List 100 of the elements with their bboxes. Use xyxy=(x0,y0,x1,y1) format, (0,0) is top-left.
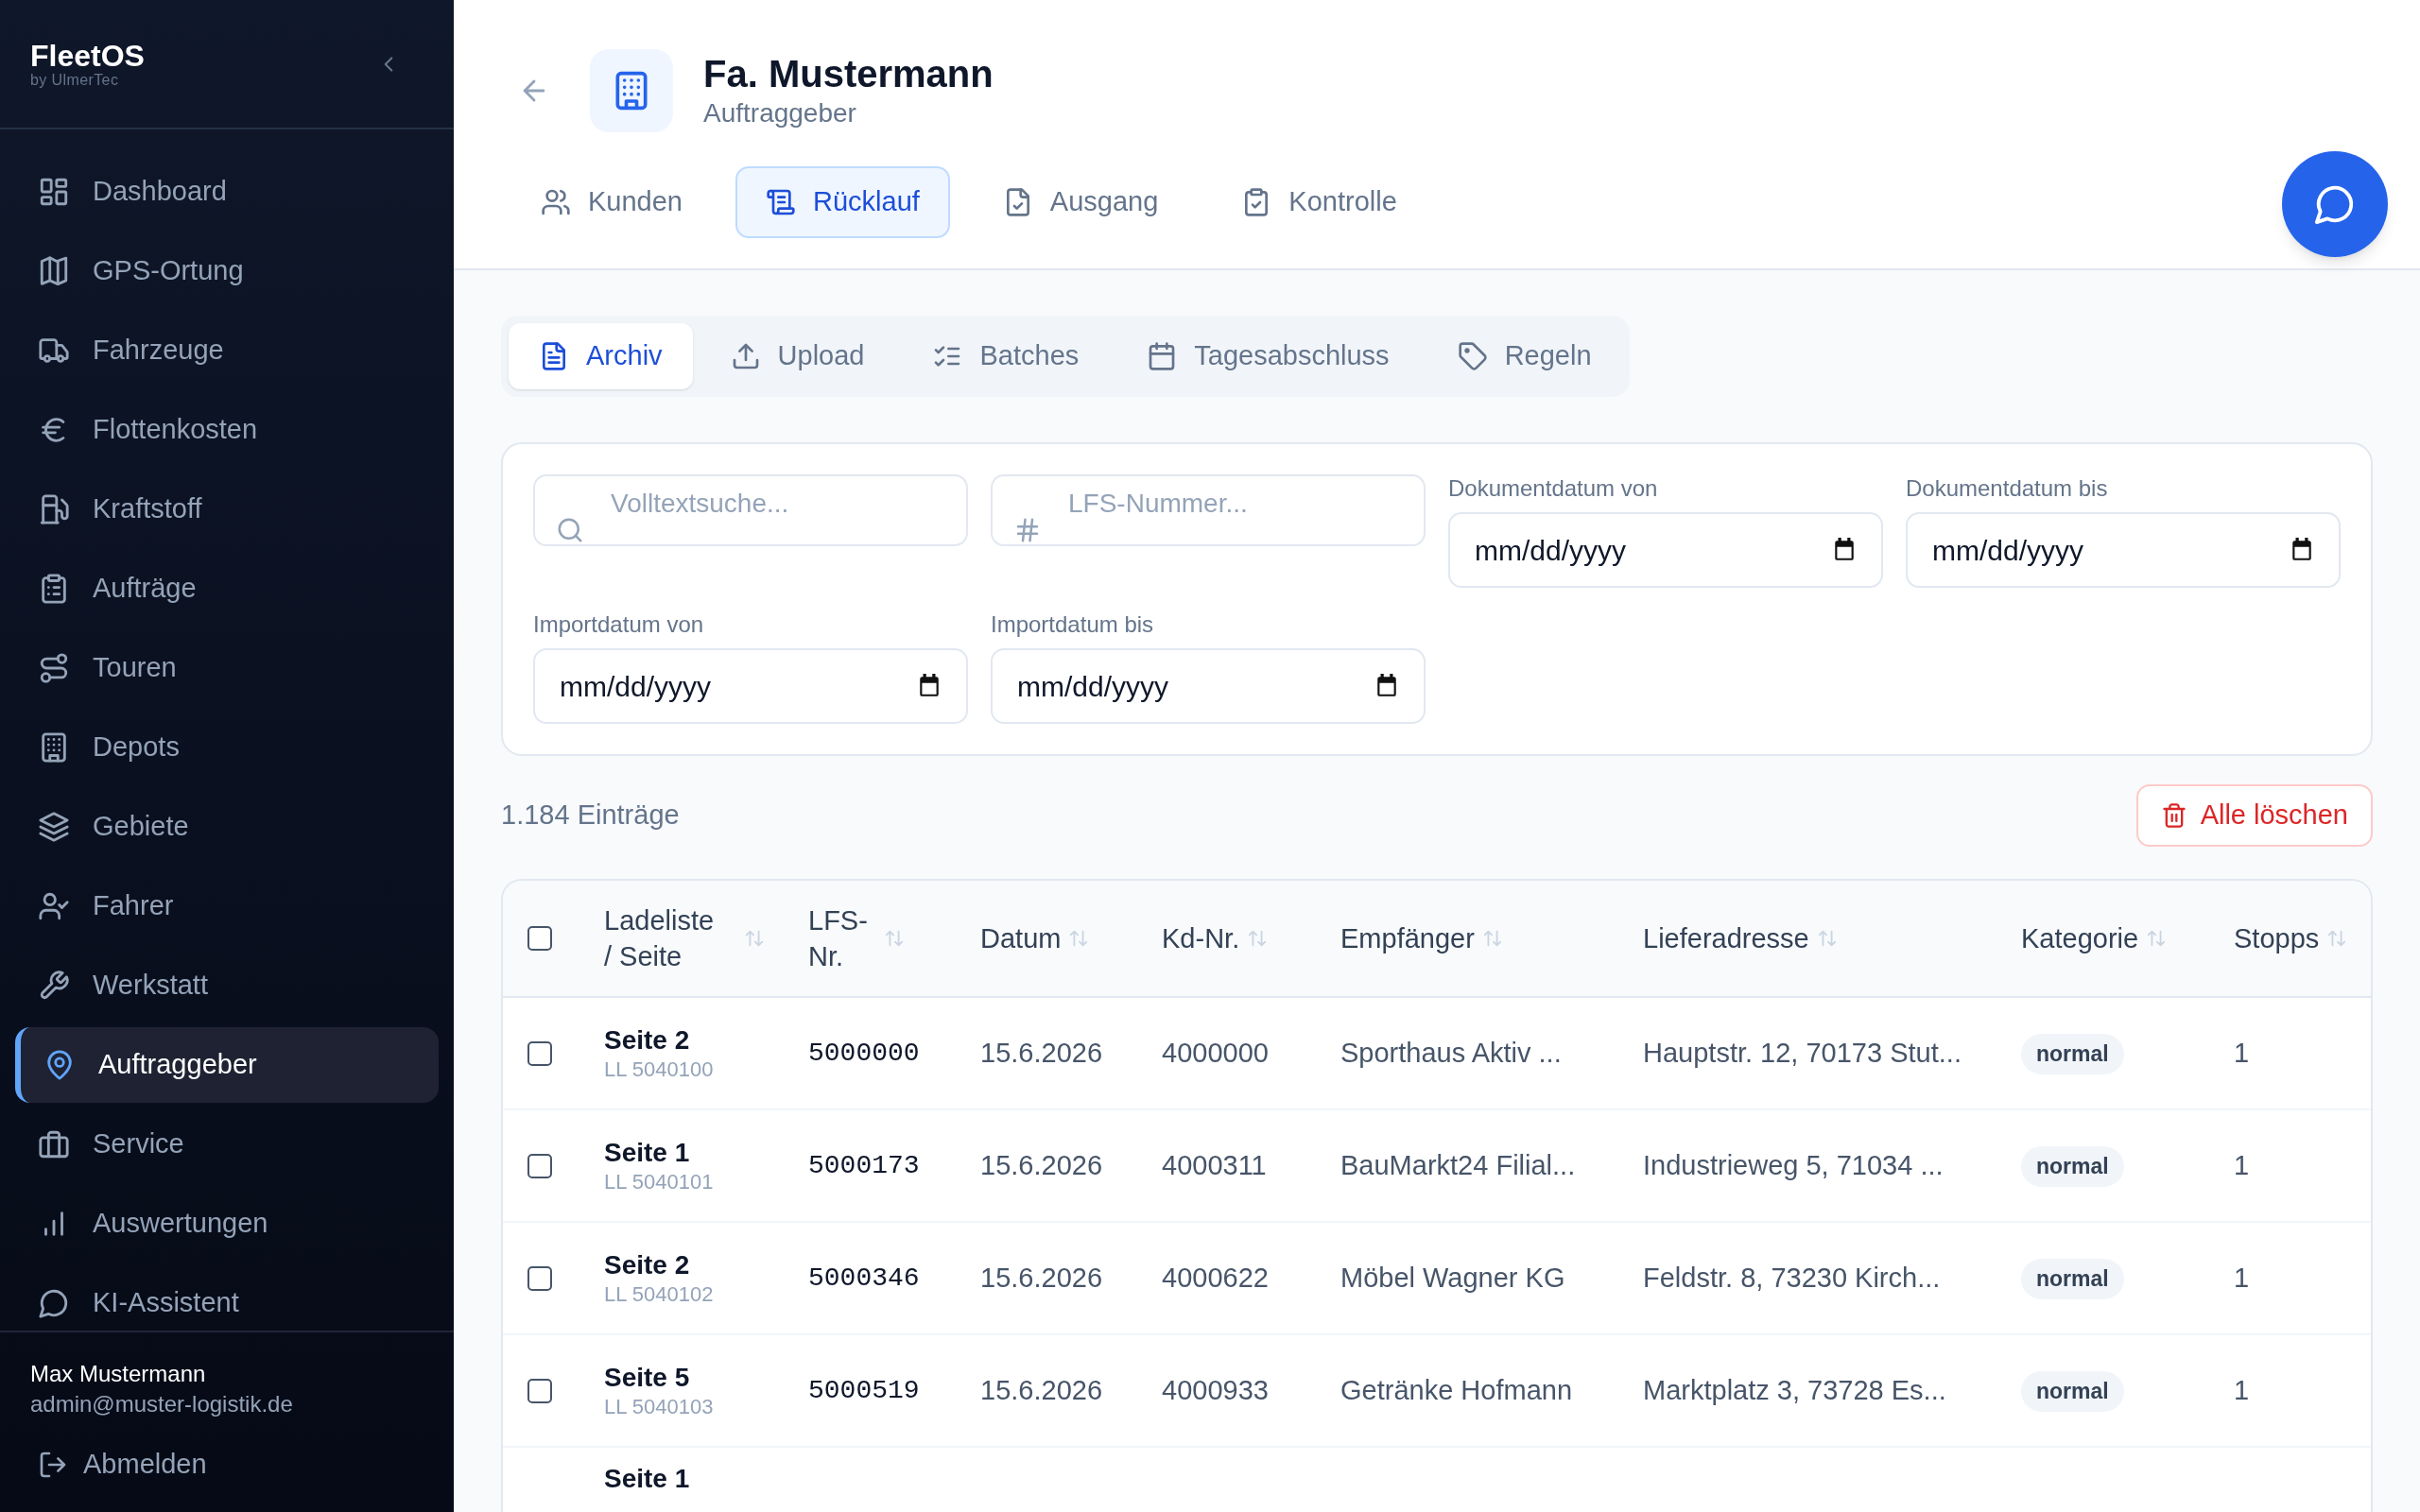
field-label: Importdatum bis xyxy=(991,610,1155,639)
date-field[interactable]: mm/dd/yyyy xyxy=(1448,512,1883,588)
sort-icon xyxy=(1816,928,1838,949)
sidebar-item[interactable]: Fahrer xyxy=(15,868,439,944)
users-icon xyxy=(541,187,571,217)
search-icon xyxy=(556,516,584,544)
layers-icon xyxy=(38,811,70,843)
calendar-icon[interactable] xyxy=(917,674,942,698)
column-header[interactable]: LFS-Nr. xyxy=(808,902,867,974)
sub-tab[interactable]: Tagesabschluss xyxy=(1116,323,1420,389)
sidebar-item[interactable]: Dashboard xyxy=(15,154,439,230)
entry-count: 1.184 Einträge xyxy=(501,799,680,833)
sidebar-item[interactable]: Kraftstoff xyxy=(15,472,439,547)
calendar-icon[interactable] xyxy=(1832,538,1857,562)
search-field[interactable]: Volltextsuche... xyxy=(533,474,968,546)
table-cell-text: 1 xyxy=(2234,1373,2251,1407)
sub-tab[interactable]: Batches xyxy=(902,323,1110,389)
table-row[interactable]: Seite 5 LL 5040103 5000519 15.6.2026 4000933 Getränke Hofmann Marktplatz 3, 73728 Es... normal 1 xyxy=(503,1335,2371,1448)
sub-tab[interactable]: Archiv xyxy=(509,323,693,389)
sidebar-item[interactable]: KI-Assistent xyxy=(15,1265,439,1331)
scroll-icon xyxy=(766,187,796,217)
table-cell-text: 1 xyxy=(2234,1261,2251,1295)
tag-icon xyxy=(1457,341,1488,371)
field-label: Dokumentdatum von xyxy=(1448,474,1659,503)
sidebar-item[interactable]: Fahrzeuge xyxy=(15,313,439,388)
chat-bubble-icon xyxy=(38,1287,70,1319)
table-row[interactable]: Seite 2 LL 5040102 5000346 15.6.2026 4000622 Möbel Wagner KG Feldstr. 8, 73230 Kirch... normal 1 xyxy=(503,1223,2371,1335)
table-cell-text: 15.6.2026 xyxy=(980,1373,1103,1407)
tab[interactable]: Kontrolle xyxy=(1211,166,1427,238)
table-row[interactable]: Seite 2 LL 5040100 5000000 15.6.2026 4000000 Sporthaus Aktiv ... Hauptstr. 12, 70173 Stut... normal 1 xyxy=(503,998,2371,1110)
tab[interactable]: Kunden xyxy=(510,166,713,238)
category-tag: normal xyxy=(2021,1034,2124,1074)
column-header[interactable]: Kategorie xyxy=(2021,920,2139,956)
sidebar-item[interactable]: Flottenkosten xyxy=(15,392,439,468)
sidebar-item[interactable]: Werkstatt xyxy=(15,948,439,1023)
sidebar-item[interactable]: Aufträge xyxy=(15,551,439,627)
row-checkbox[interactable] xyxy=(527,1265,552,1291)
sidebar-item[interactable]: Auswertungen xyxy=(15,1186,439,1262)
column-header[interactable]: Stopps xyxy=(2234,920,2320,956)
briefcase-icon xyxy=(38,1128,70,1160)
page-title: Fa. Mustermann xyxy=(703,52,994,96)
row-checkbox[interactable] xyxy=(527,1040,552,1066)
table-cell-text: BauMarkt24 Filial... xyxy=(1340,1148,1577,1182)
number-field[interactable]: LFS-Nummer... xyxy=(991,474,1426,546)
logout-icon xyxy=(38,1450,68,1480)
column-header[interactable]: Empfänger xyxy=(1340,920,1475,956)
table-cell-text: 5000173 xyxy=(808,1149,921,1182)
page-subtitle: Auftraggeber xyxy=(703,97,857,129)
calendar-icon[interactable] xyxy=(2290,538,2314,562)
calendar-icon[interactable] xyxy=(1374,674,1399,698)
sub-tab[interactable]: Regeln xyxy=(1426,323,1622,389)
table-cell-text: 15.6.2026 xyxy=(980,1148,1103,1182)
date-field[interactable]: mm/dd/yyyy xyxy=(533,648,968,724)
map-icon xyxy=(38,255,70,287)
logout-button[interactable]: Abmelden xyxy=(30,1436,424,1493)
sort-icon xyxy=(1247,928,1269,949)
tab[interactable]: Ausgang xyxy=(972,166,1189,238)
sidebar-item[interactable]: Service xyxy=(15,1107,439,1182)
sidebar-item[interactable]: Gebiete xyxy=(15,789,439,865)
select-all-checkbox[interactable] xyxy=(527,926,552,951)
user-name: Max Mustermann xyxy=(30,1360,207,1388)
route-icon xyxy=(38,652,70,684)
app-logo-text: FleetOS xyxy=(30,39,145,72)
row-checkbox[interactable] xyxy=(527,1153,552,1178)
table-cell-text: 5000000 xyxy=(808,1037,921,1070)
sort-icon xyxy=(1068,928,1090,949)
page-number: Seite 1 xyxy=(604,1136,691,1169)
fuel-pump-icon xyxy=(38,493,70,525)
sort-icon xyxy=(2146,928,2168,949)
row-checkbox[interactable] xyxy=(527,1378,552,1403)
table-row[interactable]: Seite 1 LL 5040101 5000173 15.6.2026 4000311 BauMarkt24 Filial... Industrieweg 5, 71034 ... normal 1 xyxy=(503,1110,2371,1223)
sidebar-item[interactable]: Auftraggeber xyxy=(15,1027,439,1103)
page-number: Seite 2 xyxy=(604,1023,691,1057)
sidebar-item[interactable]: GPS-Ortung xyxy=(15,233,439,309)
column-header[interactable]: Datum xyxy=(980,920,1062,956)
sort-icon xyxy=(2326,928,2348,949)
table-cell-text: 1 xyxy=(2234,1036,2251,1070)
date-field[interactable]: mm/dd/yyyy xyxy=(1906,512,2341,588)
sub-tab[interactable]: Upload xyxy=(700,323,895,389)
category-tag: normal xyxy=(2021,1371,2124,1412)
category-tag: normal xyxy=(2021,1259,2124,1299)
wrench-icon xyxy=(38,970,70,1002)
sort-icon xyxy=(1481,928,1503,949)
sort-icon xyxy=(884,928,905,949)
app-tagline: by UlmerTec xyxy=(30,71,120,89)
date-field[interactable]: mm/dd/yyyy xyxy=(991,648,1426,724)
table-cell-text: Feldstr. 8, 73230 Kirch... xyxy=(1643,1261,1942,1295)
page-number: Seite 2 xyxy=(604,1248,691,1281)
table-cell-text: Getränke Hofmann xyxy=(1340,1373,1573,1407)
delete-all-button[interactable]: Alle löschen xyxy=(2135,784,2373,847)
column-header[interactable]: Ladeliste / Seite xyxy=(604,902,727,974)
sidebar-item[interactable]: Depots xyxy=(15,710,439,785)
column-header[interactable]: Kd-Nr. xyxy=(1162,920,1240,956)
table-cell-text: 15.6.2026 xyxy=(980,1261,1103,1295)
page-number: Seite 5 xyxy=(604,1361,691,1394)
tab[interactable]: Rücklauf xyxy=(735,166,950,238)
sidebar-item[interactable]: Touren xyxy=(15,630,439,706)
table-cell-text: Sporthaus Aktiv ... xyxy=(1340,1036,1563,1070)
loading-list-number: LL 5040100 xyxy=(604,1056,715,1083)
column-header[interactable]: Lieferadresse xyxy=(1643,920,1809,956)
